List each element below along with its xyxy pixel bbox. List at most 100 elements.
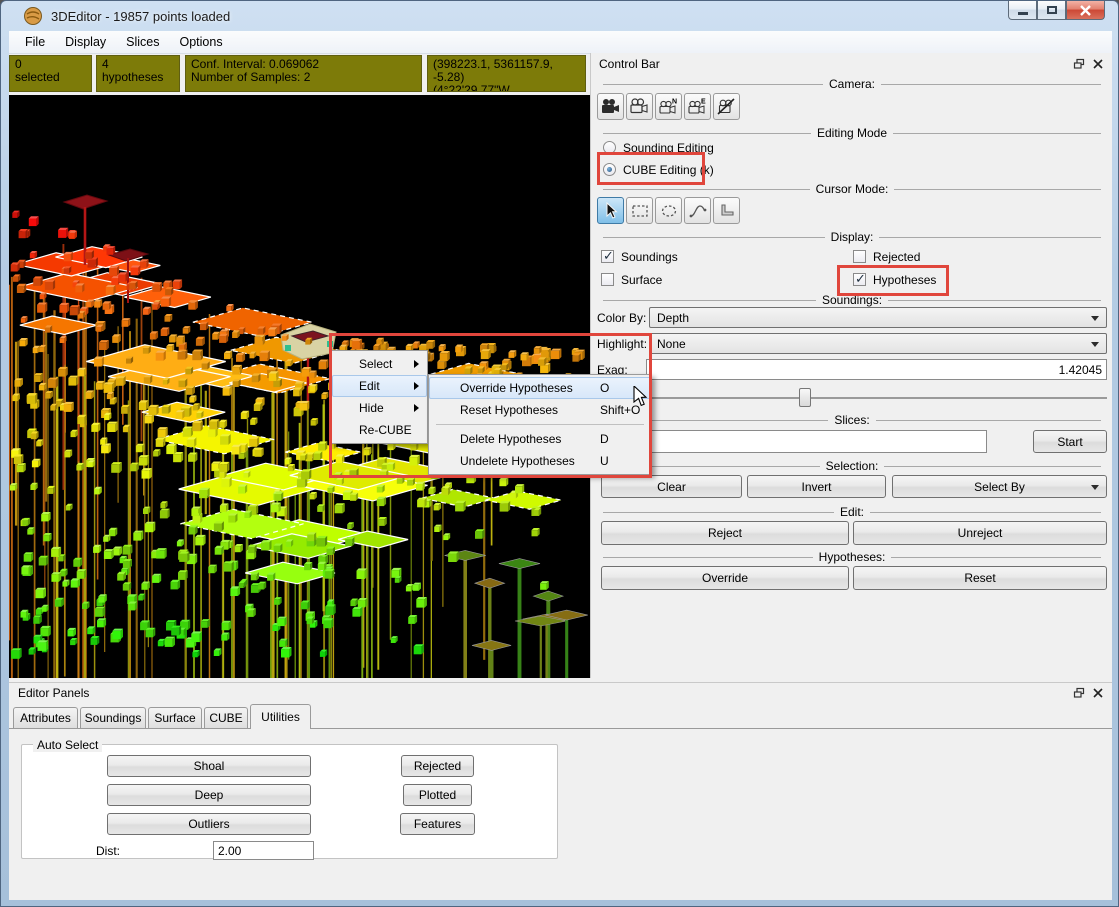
section-cursor-mode: Cursor Mode: xyxy=(597,182,1107,196)
menu-slices[interactable]: Slices xyxy=(116,32,169,52)
context-menu-edit[interactable]: Edit xyxy=(332,375,427,397)
chevron-down-icon xyxy=(1091,342,1099,347)
clear-button[interactable]: Clear xyxy=(601,475,742,498)
camera-outline-icon xyxy=(629,97,650,116)
exag-slider[interactable] xyxy=(601,397,1107,399)
lasso-select-icon xyxy=(659,202,679,220)
tab-surface[interactable]: Surface xyxy=(148,707,202,728)
submenu-reset-hypotheses[interactable]: Reset HypothesesShift+O xyxy=(429,399,651,421)
context-menu: Select Edit Hide Re-CUBE xyxy=(331,350,428,444)
close-icon xyxy=(1093,688,1103,698)
status-hypotheses-label: hypotheses xyxy=(102,71,174,84)
camera-east-button[interactable]: E xyxy=(684,93,711,120)
editor-panels-close-button[interactable] xyxy=(1090,686,1105,700)
tab-cube[interactable]: CUBE xyxy=(204,707,248,728)
cursor-select-button[interactable] xyxy=(597,197,624,224)
minimize-icon xyxy=(1018,12,1028,15)
dist-label: Dist: xyxy=(96,841,120,860)
status-coords-geo: (4°22'29.77"W, 48°23'43.31"N, xyxy=(433,84,580,92)
control-bar-close-button[interactable] xyxy=(1090,57,1105,71)
select-by-button[interactable]: Select By xyxy=(892,475,1107,498)
override-button[interactable]: Override xyxy=(601,566,849,590)
minimize-button[interactable] xyxy=(1008,1,1037,20)
camera-outline-button[interactable] xyxy=(626,93,653,120)
radio-sounding-editing-label: Sounding Editing xyxy=(623,139,714,156)
highlight-dropdown[interactable]: None xyxy=(649,333,1107,354)
exag-field[interactable] xyxy=(646,359,1107,380)
outliers-button[interactable]: Outliers xyxy=(107,813,311,835)
editor-panels-header[interactable]: Editor Panels xyxy=(10,683,1111,703)
context-submenu: Override HypothesesO Reset HypothesesShi… xyxy=(428,374,652,475)
maximize-button[interactable] xyxy=(1037,1,1066,20)
menu-display[interactable]: Display xyxy=(55,32,116,52)
features-button[interactable]: Features xyxy=(400,813,475,835)
slices-start-button[interactable]: Start xyxy=(1033,430,1107,453)
chevron-down-icon xyxy=(1091,485,1099,490)
menu-options[interactable]: Options xyxy=(170,32,233,52)
cursor-angle-button[interactable] xyxy=(713,197,740,224)
shoal-button[interactable]: Shoal xyxy=(107,755,311,777)
status-coordinates: (398223.1, 5361157.9, -5.28) (4°22'29.77… xyxy=(427,55,586,92)
checkbox-surface[interactable] xyxy=(601,273,614,286)
dist-input[interactable] xyxy=(213,841,314,860)
close-button[interactable] xyxy=(1066,1,1105,20)
cursor-profile-button[interactable] xyxy=(684,197,711,224)
exag-slider-handle[interactable] xyxy=(799,388,811,407)
cursor-arrow-icon xyxy=(601,202,621,220)
context-menu-select[interactable]: Select xyxy=(332,353,427,375)
status-hypotheses: 4 hypotheses xyxy=(96,55,180,92)
camera-north-button[interactable]: N xyxy=(655,93,682,120)
camera-disable-button[interactable] xyxy=(713,93,740,120)
shortcut-label: O xyxy=(600,381,609,395)
checkbox-soundings-label: Soundings xyxy=(621,248,678,265)
submenu-delete-hypotheses[interactable]: Delete HypothesesD xyxy=(429,428,651,450)
section-selection: Selection: xyxy=(597,459,1107,473)
tab-soundings[interactable]: Soundings xyxy=(80,707,146,728)
radio-sounding-editing[interactable] xyxy=(603,141,616,154)
float-icon xyxy=(1073,58,1085,70)
cursor-rectangle-button[interactable] xyxy=(626,197,653,224)
slices-input[interactable] xyxy=(601,430,987,453)
color-by-dropdown[interactable]: Depth xyxy=(649,307,1107,328)
checkbox-rejected[interactable] xyxy=(853,250,866,263)
radio-cube-editing[interactable] xyxy=(603,163,616,176)
checkbox-hypotheses[interactable] xyxy=(853,273,866,286)
tab-utilities[interactable]: Utilities xyxy=(250,704,311,729)
shortcut-label: Shift+O xyxy=(600,403,640,417)
section-editing-mode: Editing Mode xyxy=(597,126,1107,140)
auto-select-group-title: Auto Select xyxy=(33,738,102,752)
unreject-button[interactable]: Unreject xyxy=(853,521,1107,545)
highlight-value: None xyxy=(657,337,686,351)
submenu-arrow-icon xyxy=(414,382,419,390)
checkbox-surface-label: Surface xyxy=(621,271,662,288)
plotted-button[interactable]: Plotted xyxy=(403,784,472,806)
submenu-arrow-icon xyxy=(414,404,419,412)
menu-file[interactable]: File xyxy=(15,32,55,52)
reset-button[interactable]: Reset xyxy=(853,566,1107,590)
camera-home-button[interactable] xyxy=(597,93,624,120)
control-bar-header[interactable]: Control Bar xyxy=(591,54,1111,74)
context-menu-hide[interactable]: Hide xyxy=(332,397,427,419)
invert-button[interactable]: Invert xyxy=(747,475,886,498)
submenu-override-hypotheses[interactable]: Override HypothesesO xyxy=(429,377,651,399)
control-bar-float-button[interactable] xyxy=(1071,57,1086,71)
editor-panels-title: Editor Panels xyxy=(18,686,89,700)
cursor-lasso-button[interactable] xyxy=(655,197,682,224)
color-by-value: Depth xyxy=(657,311,689,325)
editor-panels-float-button[interactable] xyxy=(1071,686,1086,700)
tab-attributes[interactable]: Attributes xyxy=(13,707,78,728)
titlebar[interactable]: 3DEditor - 19857 points loaded xyxy=(1,1,1118,31)
menu-bar: File Display Slices Options xyxy=(9,31,1112,54)
checkbox-soundings[interactable] xyxy=(601,250,614,263)
control-bar-title: Control Bar xyxy=(599,57,660,71)
context-menu-recube[interactable]: Re-CUBE xyxy=(332,419,427,441)
deep-button[interactable]: Deep xyxy=(107,784,311,806)
reject-button[interactable]: Reject xyxy=(601,521,849,545)
color-by-label: Color By: xyxy=(597,307,646,328)
section-camera: Camera: xyxy=(597,77,1107,91)
camera-east-icon: E xyxy=(687,97,708,116)
select-by-label: Select By xyxy=(974,480,1025,494)
rejected-button[interactable]: Rejected xyxy=(401,755,474,777)
camera-filled-icon xyxy=(600,97,621,116)
submenu-undelete-hypotheses[interactable]: Undelete HypothesesU xyxy=(429,450,651,472)
